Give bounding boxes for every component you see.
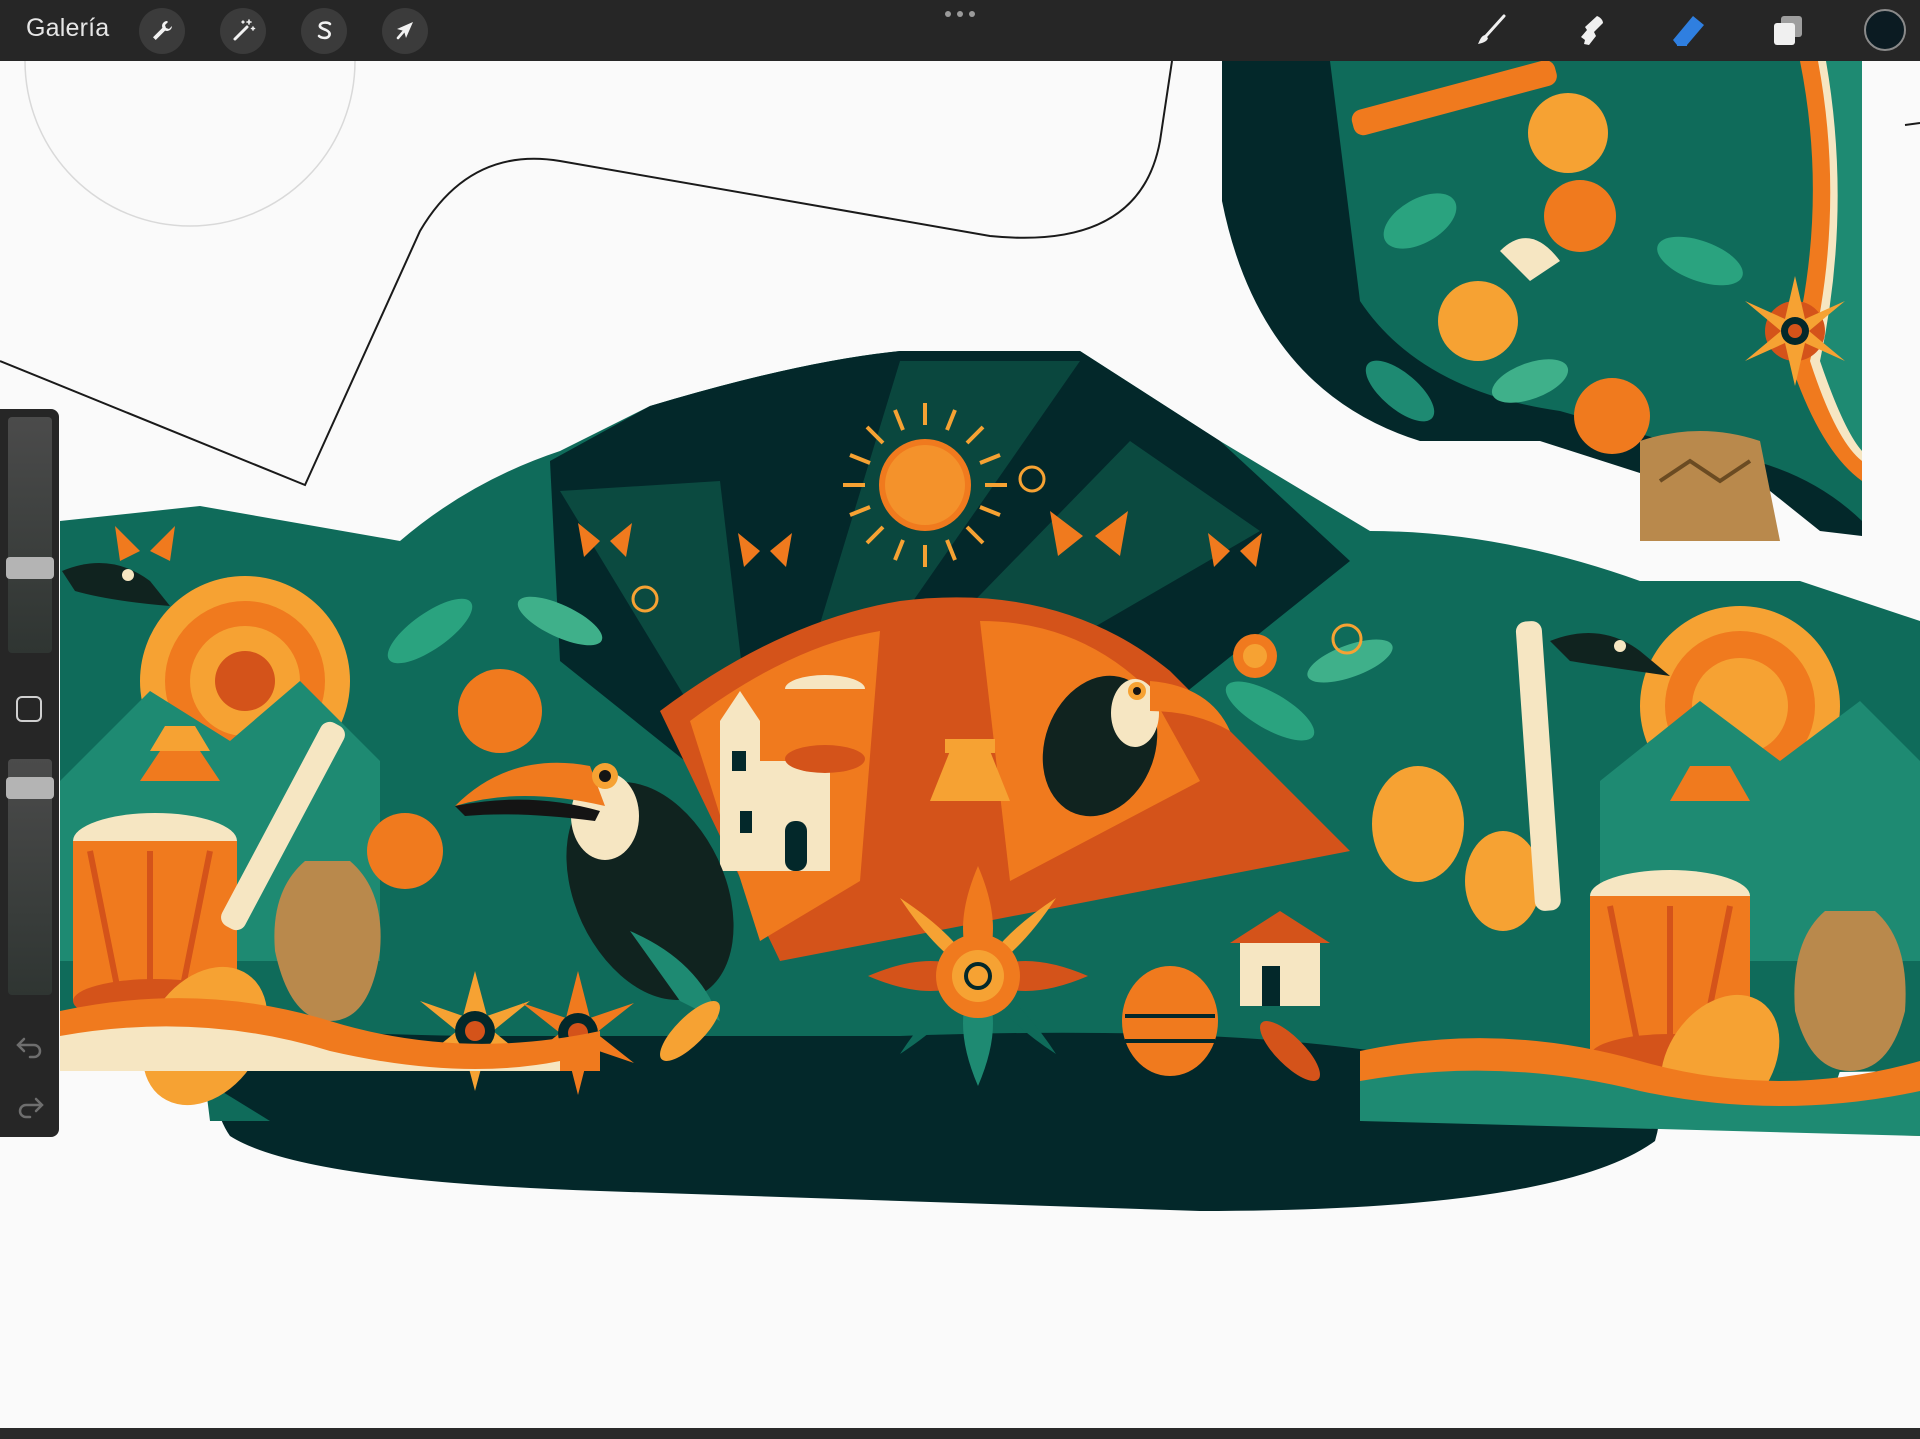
more-options-dots[interactable]	[945, 2, 975, 26]
modify-square-icon[interactable]	[16, 696, 42, 722]
smudge-tool-button[interactable]	[1569, 10, 1611, 52]
selection-button[interactable]	[301, 8, 347, 54]
brush-icon	[1478, 14, 1506, 44]
opacity-slider[interactable]	[6, 759, 54, 995]
layers-button[interactable]	[1767, 10, 1809, 52]
undo-icon[interactable]	[14, 1029, 46, 1061]
redo-icon[interactable]	[14, 1089, 46, 1121]
magic-wand-icon	[233, 19, 256, 41]
brush-tool-button[interactable]	[1470, 10, 1512, 52]
arrow-cursor-icon	[396, 22, 413, 40]
guide-circle	[24, 61, 356, 227]
smudge-icon	[1581, 16, 1603, 45]
top-right-panel	[1222, 61, 1862, 541]
layers-icon	[1774, 16, 1802, 45]
central-flower	[868, 866, 1088, 1086]
bottom-edge-bar	[0, 1428, 1920, 1439]
eraser-tool-button[interactable]	[1668, 10, 1710, 52]
dot	[969, 11, 975, 17]
brush-size-slider[interactable]	[6, 417, 54, 653]
left-sidebar	[0, 409, 59, 1137]
opacity-handle[interactable]	[6, 777, 54, 799]
eraser-icon	[1673, 16, 1704, 46]
transform-button[interactable]	[382, 8, 428, 54]
current-color-swatch[interactable]	[1864, 9, 1906, 51]
drawing-canvas[interactable]	[0, 61, 1920, 1428]
wrench-icon	[153, 21, 172, 40]
adjustments-button[interactable]	[220, 8, 266, 54]
dot	[945, 11, 951, 17]
top-toolbar: Galería	[0, 0, 1920, 61]
actions-button[interactable]	[139, 8, 185, 54]
dot	[957, 11, 963, 17]
gallery-button[interactable]: Galería	[26, 14, 109, 43]
brush-size-handle[interactable]	[6, 557, 54, 579]
template-outline-right	[1904, 122, 1920, 126]
selection-s-icon	[317, 21, 332, 40]
artwork	[0, 61, 1920, 1211]
